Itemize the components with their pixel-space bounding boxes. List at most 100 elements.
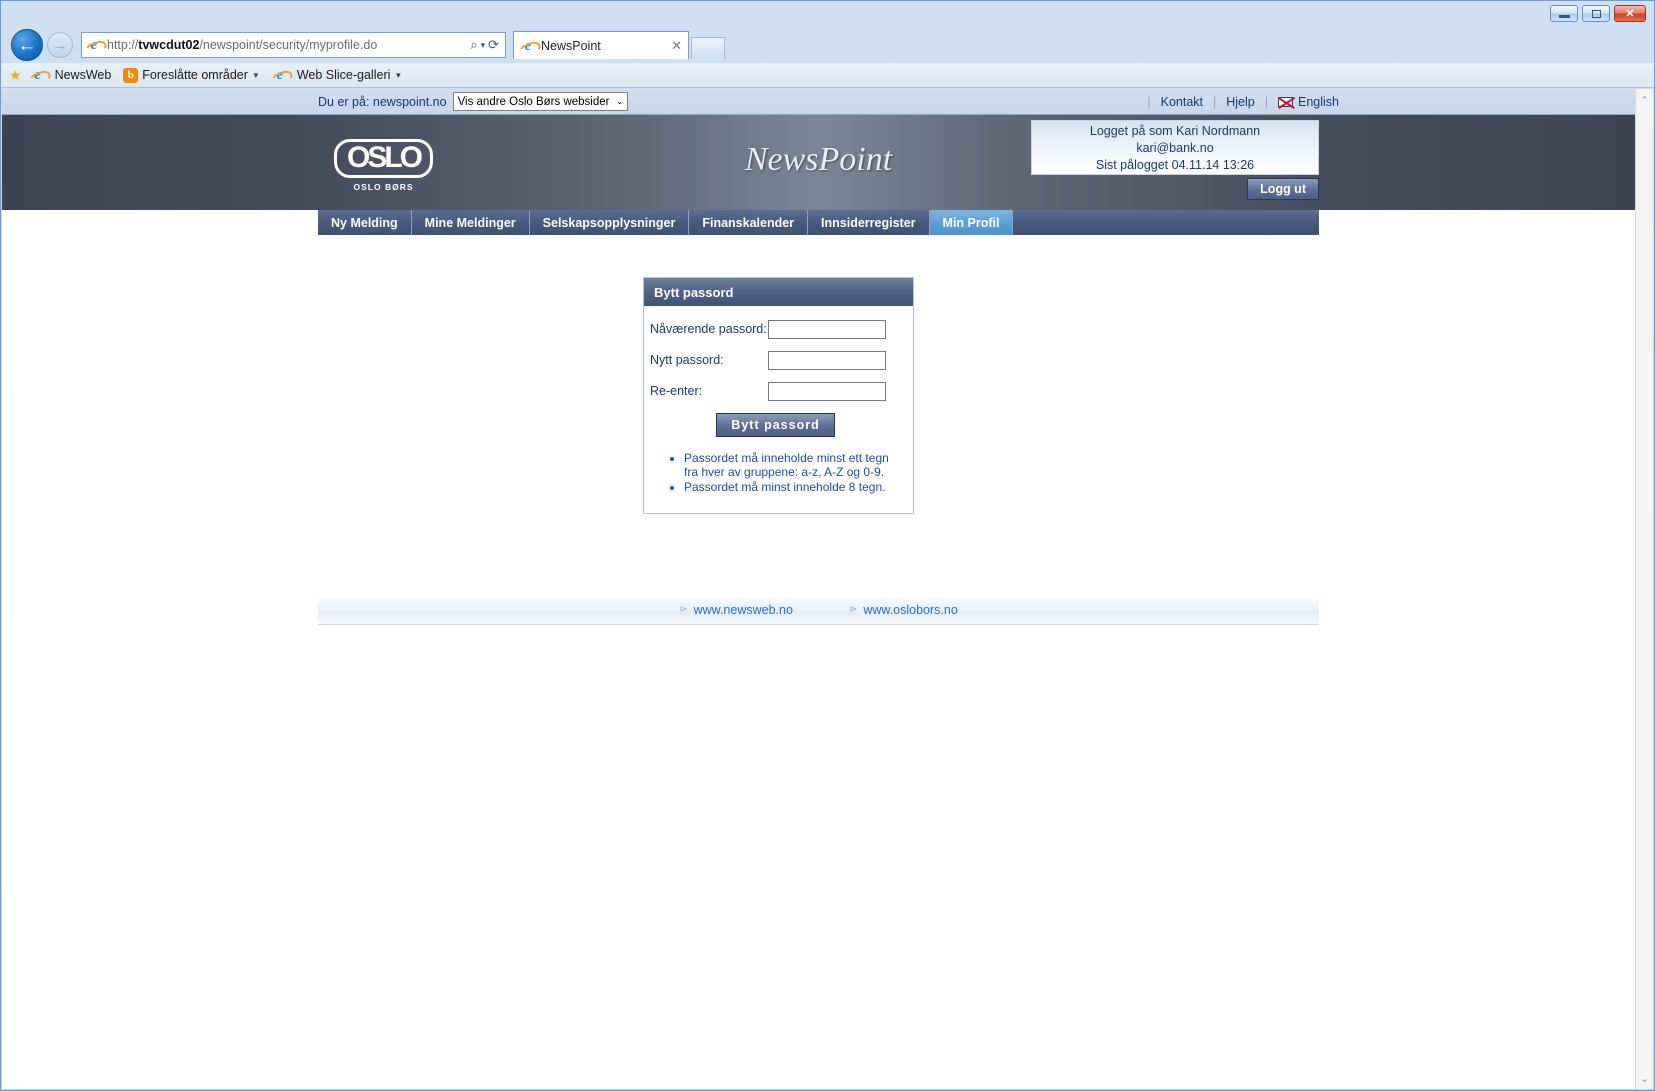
maximize-icon: [1591, 9, 1601, 18]
reenter-password-label: Re-enter:: [650, 384, 703, 398]
user-info-box: Logget på som Kari Nordmann kari@bank.no…: [1031, 120, 1319, 175]
site-location: Du er på: newspoint.no Vis andre Oslo Bø…: [318, 92, 629, 111]
address-bar-url: http://tvwcdut02/newspoint/security/mypr…: [107, 38, 378, 52]
chevron-down-icon[interactable]: ▾: [481, 40, 486, 51]
chevron-down-icon[interactable]: ▼: [394, 71, 402, 80]
address-bar-tools: ⌕ ▾ ⟳: [470, 37, 501, 53]
page-title: NewsPoint: [744, 141, 893, 178]
ie-icon: [272, 67, 288, 83]
divider: |: [1264, 94, 1268, 109]
language-label: English: [1298, 94, 1339, 109]
password-rules-list: Passordet må inneholde minst ett tegn fr…: [650, 451, 901, 494]
nav-tab-min-profil[interactable]: Min Profil: [929, 210, 1014, 235]
contact-link[interactable]: Kontakt: [1161, 95, 1203, 109]
tab-favicon-icon: [520, 38, 536, 54]
form-row-reenter-password: Re-enter:: [650, 382, 901, 401]
tab-newspoint[interactable]: NewsPoint ✕: [513, 31, 689, 59]
logout-wrapper: Logg ut: [1247, 178, 1319, 200]
change-password-button[interactable]: Bytt passord: [716, 413, 835, 437]
password-rule: Passordet må minst inneholde 8 tegn.: [684, 480, 901, 494]
change-password-panel: Bytt passord Nåværende passord: Nytt pas…: [643, 277, 914, 514]
other-sites-select[interactable]: Vis andre Oslo Børs websider ⌄: [452, 92, 629, 111]
help-link[interactable]: Hjelp: [1226, 95, 1255, 109]
site-utility-bar: Du er på: newspoint.no Vis andre Oslo Bø…: [2, 89, 1635, 115]
current-password-input[interactable]: [768, 320, 886, 339]
forward-button[interactable]: →: [47, 32, 73, 58]
ie-icon: [30, 67, 46, 83]
footer-link-label: www.newsweb.no: [693, 602, 793, 617]
nav-tab-innsiderregister[interactable]: Innsiderregister: [808, 210, 930, 235]
search-icon[interactable]: ⌕: [470, 37, 477, 53]
oslo-bors-logo[interactable]: OSLO OSLO BØRS: [334, 139, 434, 192]
main-navigation-inner: Ny Melding Mine Meldinger Selskapsopplys…: [318, 210, 1319, 235]
nav-tab-ny-melding[interactable]: Ny Melding: [318, 210, 412, 235]
site-header: OSLO OSLO BØRS NewsPoint Logget på som K…: [2, 115, 1635, 210]
form-row-current-password: Nåværende passord:: [650, 320, 901, 339]
form-row-new-password: Nytt passord:: [650, 351, 901, 370]
favorites-item-label: Foreslåtte områder: [142, 68, 248, 82]
other-sites-select-value: Vis andre Oslo Børs websider: [457, 95, 610, 108]
site-header-region: OSLO OSLO BØRS NewsPoint Logget på som K…: [2, 115, 1635, 235]
nav-tab-selskapsopplysninger[interactable]: Selskapsopplysninger: [529, 210, 690, 235]
main-navigation: Ny Melding Mine Meldinger Selskapsopplys…: [2, 210, 1635, 235]
page-viewport: Du er på: newspoint.no Vis andre Oslo Bø…: [2, 89, 1653, 1089]
nav-tab-filler: [1013, 210, 1319, 235]
web-page: Du er på: newspoint.no Vis andre Oslo Bø…: [2, 89, 1635, 1089]
favorites-item-label: NewsWeb: [54, 68, 112, 82]
minimize-button[interactable]: [1550, 5, 1578, 22]
user-email: kari@bank.no: [1136, 140, 1214, 155]
panel-body: Nåværende passord: Nytt passord: Re-ente…: [644, 306, 913, 513]
nav-tab-mine-meldinger[interactable]: Mine Meldinger: [411, 210, 530, 235]
forward-arrow-icon: →: [52, 36, 68, 54]
chevron-down-icon: ⌄: [615, 96, 624, 106]
refresh-icon[interactable]: ⟳: [488, 37, 499, 53]
logo-mark: OSLO: [334, 139, 434, 178]
site-header-inner: OSLO OSLO BØRS NewsPoint Logget på som K…: [318, 115, 1319, 210]
footer-link-newsweb[interactable]: ⋗ www.newsweb.no: [679, 603, 793, 617]
scroll-up-icon[interactable]: ⌃: [1636, 91, 1653, 109]
tab-strip: NewsPoint ✕: [513, 31, 725, 59]
favorites-item-web-slice-gallery[interactable]: Web Slice-galleri ▼: [268, 67, 406, 83]
title-bar: ✕: [1, 1, 1654, 23]
site-location-label: Du er på: newspoint.no: [318, 94, 447, 109]
tab-close-icon[interactable]: ✕: [671, 38, 682, 54]
chevron-down-icon[interactable]: ▼: [252, 71, 260, 80]
back-button[interactable]: ←: [11, 29, 43, 61]
submit-row: Bytt passord: [650, 413, 901, 437]
logout-button[interactable]: Logg ut: [1247, 178, 1319, 200]
arrow-bullet-icon: ⋗: [848, 604, 858, 615]
page-scrollbar[interactable]: ⌃ ⌄: [1635, 89, 1653, 1089]
last-login: Sist pålogget 04.11.14 13:26: [1095, 157, 1255, 172]
ie-logo-icon: [86, 37, 102, 53]
page-content: Bytt passord Nåværende passord: Nytt pas…: [2, 235, 1635, 625]
tab-title: NewsPoint: [541, 38, 601, 53]
favorites-item-suggested-sites[interactable]: b Foreslåtte områder ▼: [119, 67, 264, 83]
add-favorite-icon[interactable]: ★: [9, 67, 22, 84]
password-rule: Passordet må inneholde minst ett tegn fr…: [684, 451, 901, 479]
new-password-input[interactable]: [768, 351, 886, 370]
favorites-item-label: Web Slice-galleri: [296, 68, 391, 82]
bing-icon: b: [123, 67, 139, 83]
utility-links: | Kontakt | Hjelp | English: [1137, 95, 1339, 109]
scroll-down-icon[interactable]: ⌄: [1636, 1069, 1653, 1087]
divider: |: [1213, 94, 1217, 109]
close-icon: ✕: [1625, 8, 1635, 20]
language-link[interactable]: English: [1278, 95, 1339, 109]
new-password-label: Nytt passord:: [650, 353, 724, 367]
footer-link-oslobors[interactable]: ⋗ www.oslobors.no: [849, 603, 958, 617]
panel-title: Bytt passord: [644, 278, 913, 306]
maximize-button[interactable]: [1582, 5, 1610, 22]
back-arrow-icon: ←: [17, 34, 37, 56]
close-button[interactable]: ✕: [1614, 5, 1646, 22]
new-tab-button[interactable]: [691, 37, 725, 59]
uk-flag-icon: [1278, 96, 1293, 107]
logo-subtitle: OSLO BØRS: [353, 182, 414, 192]
site-footer-inner: ⋗ www.newsweb.no ⋗ www.oslobors.no: [318, 595, 1319, 625]
minimize-icon: [1558, 15, 1570, 18]
navigation-bar: ← → http://tvwcdut02/newspoint/security/…: [1, 27, 1654, 80]
footer-link-label: www.oslobors.no: [863, 602, 958, 617]
address-bar[interactable]: http://tvwcdut02/newspoint/security/mypr…: [81, 32, 506, 58]
reenter-password-input[interactable]: [768, 382, 886, 401]
favorites-item-newsweb[interactable]: NewsWeb: [26, 67, 116, 83]
nav-tab-finanskalender[interactable]: Finanskalender: [689, 210, 809, 235]
